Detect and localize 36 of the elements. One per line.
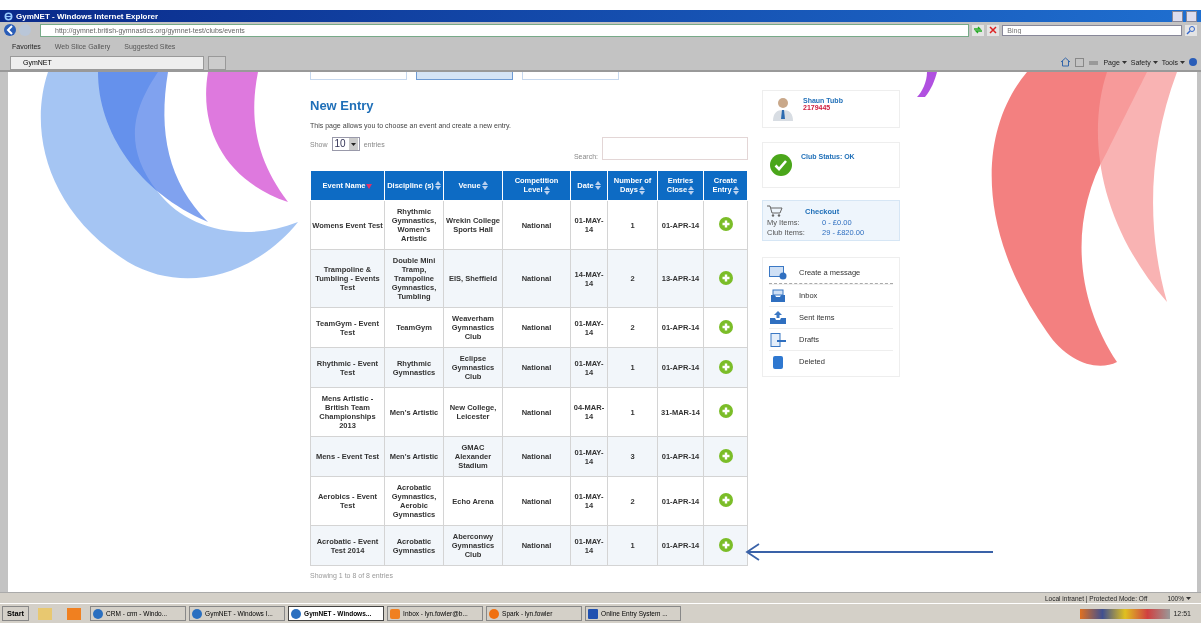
caret-icon xyxy=(1180,61,1185,65)
search-button[interactable] xyxy=(1185,24,1198,36)
caret-icon xyxy=(1186,597,1191,601)
add-entry-button[interactable] xyxy=(718,217,733,231)
window-title: GymNET - Windows Internet Explorer xyxy=(16,11,159,21)
outbox-tray-icon xyxy=(769,310,787,325)
browser-logo-icon xyxy=(4,11,13,21)
minimize-button[interactable] xyxy=(1172,10,1183,22)
page-tab[interactable] xyxy=(416,72,513,80)
restore-button[interactable] xyxy=(1186,10,1197,22)
envelope-icon xyxy=(769,265,787,280)
add-entry-button[interactable] xyxy=(718,270,733,285)
check-icon xyxy=(769,153,793,177)
new-tab-button[interactable] xyxy=(208,56,226,70)
caret-icon xyxy=(1121,61,1127,65)
home-icon[interactable] xyxy=(1060,57,1072,67)
page-size-select[interactable]: 10 xyxy=(331,137,360,151)
page-tab[interactable] xyxy=(310,72,407,80)
add-entry-button[interactable] xyxy=(718,359,733,374)
page-heading: New Entry xyxy=(310,98,375,115)
caret-icon xyxy=(350,142,356,146)
page-tab[interactable] xyxy=(522,72,619,80)
add-entry-button[interactable] xyxy=(718,404,733,418)
user-silhouette-icon xyxy=(773,97,793,121)
help-icon[interactable] xyxy=(1189,58,1197,66)
add-entry-button[interactable] xyxy=(718,493,733,507)
caret-icon xyxy=(1152,61,1158,65)
refresh-button[interactable] xyxy=(972,24,985,36)
back-button[interactable] xyxy=(4,24,16,36)
add-entry-button[interactable] xyxy=(718,319,733,334)
document-icon xyxy=(769,332,787,347)
cart-icon xyxy=(767,205,783,217)
add-entry-button[interactable] xyxy=(718,537,733,552)
stop-button[interactable] xyxy=(987,24,1000,36)
add-entry-button[interactable] xyxy=(718,448,733,463)
inbox-tray-icon xyxy=(769,288,787,303)
